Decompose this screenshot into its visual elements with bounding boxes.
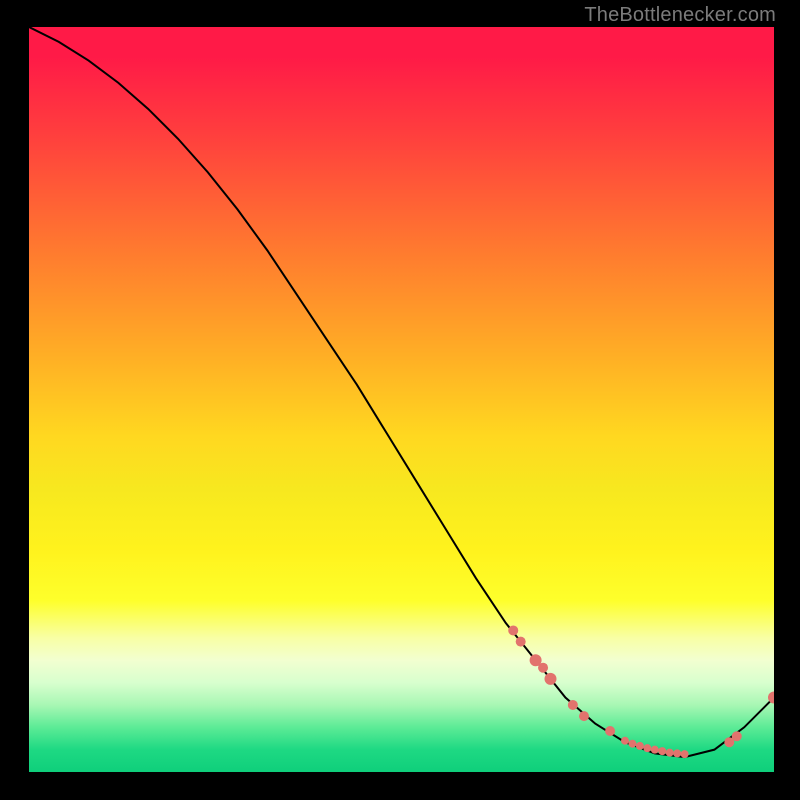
plot-svg [29,27,774,772]
data-point [621,737,629,745]
data-point [732,731,742,741]
data-point [681,750,689,758]
data-point [636,742,644,750]
data-point [545,673,557,685]
data-point [605,726,615,736]
data-point [673,749,681,757]
data-point [538,663,548,673]
data-point [579,711,589,721]
curve-line [29,27,774,757]
plot-area [29,27,774,772]
data-point [658,747,666,755]
data-point [666,749,674,757]
data-point [508,625,518,635]
data-point [568,700,578,710]
data-point [651,746,659,754]
chart-stage: TheBottlenecker.com [0,0,800,800]
watermark-label: TheBottlenecker.com [584,4,776,27]
data-point [628,740,636,748]
data-point [643,744,651,752]
data-point [516,637,526,647]
